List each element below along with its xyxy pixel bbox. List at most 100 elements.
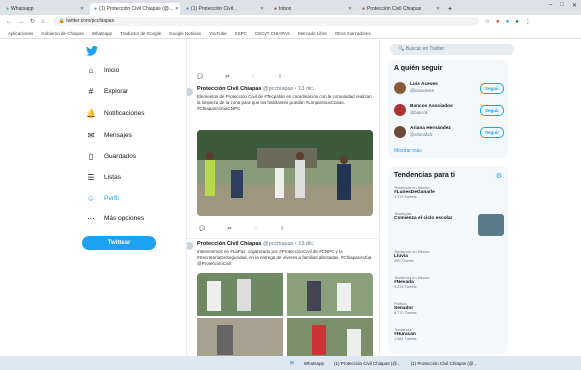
- tweet-photo-grid[interactable]: [197, 273, 373, 356]
- bookmark-item[interactable]: Google Noticias: [169, 31, 201, 36]
- close-icon[interactable]: ✕: [260, 3, 264, 15]
- bookmark-item[interactable]: CECyT CHIAPAS: [255, 31, 290, 36]
- trend-item[interactable]: Tendencia en México #LunesDeGanarle 3.57…: [394, 186, 504, 199]
- trend-item[interactable]: Política Senador 8.770 Tweets: [394, 302, 504, 315]
- bookmark-item[interactable]: Otros marcadores: [335, 31, 371, 36]
- whatsapp-icon: ●: [6, 6, 10, 12]
- browser-tab-active[interactable]: ● (1) Protección Civil Chiapas (@... ✕: [90, 3, 180, 15]
- bookmark-item[interactable]: Aplicaciones: [8, 31, 33, 36]
- nav-item-more[interactable]: ⋯ Más opciones: [86, 214, 144, 223]
- forward-icon[interactable]: →: [18, 19, 24, 25]
- reply-icon[interactable]: 💬: [199, 226, 205, 232]
- settings-icon[interactable]: ⚙: [496, 172, 502, 180]
- nav-item-notifications[interactable]: 🔔 Notificaciones: [86, 109, 144, 118]
- home-icon: ⌂: [88, 66, 94, 75]
- close-icon[interactable]: ✕: [80, 3, 84, 15]
- tweet-actions: 💬 ⇄ ♡ ⇪: [197, 74, 282, 80]
- share-icon[interactable]: ⇪: [280, 226, 284, 232]
- bookmark-item[interactable]: Traductor de Google: [120, 31, 161, 36]
- bookmark-item[interactable]: Mercado Libre: [298, 31, 327, 36]
- bookmark-item[interactable]: Gobierno de Chiapas: [41, 31, 84, 36]
- more-icon: ⋯: [87, 214, 95, 223]
- close-icon[interactable]: ✕: [348, 3, 352, 15]
- tweet-photo[interactable]: [197, 130, 373, 216]
- taskbar-item[interactable]: (1) Protección Civil Chiapas (@...: [334, 361, 401, 366]
- taskbar-item[interactable]: (1) Protección Civil Chiapas (@...: [411, 361, 478, 366]
- bookmark-item[interactable]: YouTube: [209, 31, 227, 36]
- youtube-icon: ●: [362, 6, 366, 12]
- browser-tab[interactable]: ● Inbox ✕: [270, 3, 356, 15]
- trends-panel: Tendencias para ti ⚙ Tendencia en México…: [388, 166, 508, 354]
- tweet-text: Intervenimos en #LaPaz, organizado por #…: [197, 249, 372, 266]
- follow-button[interactable]: Seguir: [480, 127, 504, 138]
- tweet-button[interactable]: Twittear: [82, 236, 156, 250]
- follow-button[interactable]: Seguir: [480, 105, 504, 116]
- bookmark-item[interactable]: Whatsapp: [92, 31, 112, 36]
- bookmark-item[interactable]: SSPC: [235, 31, 247, 36]
- list-icon: ☰: [87, 173, 95, 182]
- reload-icon[interactable]: ↻: [30, 18, 35, 25]
- tweet-author[interactable]: Protección Civil Chiapas @pcchiapas · 13…: [197, 86, 315, 92]
- nav-item-messages[interactable]: ✉ Mensajes: [86, 131, 132, 140]
- who-to-follow-panel: A quién seguir Luis Aceves @luisaceves S…: [388, 60, 508, 158]
- menu-icon[interactable]: ⋮: [525, 18, 531, 25]
- avatar: [394, 82, 406, 94]
- browser-tab[interactable]: ● (1) Protección Civil... ✕: [182, 3, 268, 15]
- home-browser-icon[interactable]: ⌂: [41, 19, 45, 25]
- address-bar[interactable]: 🔒 twitter.com/pcchiapas: [52, 17, 479, 26]
- new-tab-icon[interactable]: +: [448, 6, 452, 13]
- browser-tab[interactable]: ● Protección Civil Chiapas ✕: [358, 3, 444, 15]
- follow-button[interactable]: Seguir: [480, 83, 504, 94]
- close-window-icon[interactable]: ✕: [572, 2, 577, 9]
- extension-icon[interactable]: ●: [506, 19, 510, 25]
- tweet-text: Elementos de Protección Civil de #Tecpat…: [197, 94, 372, 111]
- twitter-icon: ●: [94, 6, 98, 12]
- retweet-icon[interactable]: ⇄: [227, 226, 231, 232]
- start-icon[interactable]: ⊞: [290, 360, 294, 366]
- retweet-icon[interactable]: ⇄: [225, 74, 229, 80]
- nav-item-explore[interactable]: # Explorar: [86, 87, 128, 96]
- star-icon[interactable]: ☆: [485, 18, 490, 25]
- trend-item[interactable]: Tendencia en México Lluvia 30K Tweets: [394, 250, 504, 263]
- close-icon[interactable]: ✕: [175, 3, 179, 15]
- trend-item[interactable]: Tendencia #Huracán 1.584 Tweets: [394, 328, 504, 341]
- user-icon: ☺: [86, 194, 96, 203]
- browser-toolbar: ← → ↻ ⌂ 🔒 twitter.com/pcchiapas ☆ ● ● ● …: [0, 15, 581, 28]
- like-icon[interactable]: ♡: [253, 226, 257, 232]
- maximize-icon[interactable]: □: [560, 2, 564, 9]
- extension-icon[interactable]: ●: [496, 19, 500, 25]
- bookmarks-bar: Aplicaciones Gobierno de Chiapas Whatsap…: [0, 28, 581, 39]
- search-icon: 🔍: [398, 46, 405, 52]
- hashtag-icon: #: [88, 87, 94, 96]
- back-icon[interactable]: ←: [6, 19, 12, 25]
- browser-tab[interactable]: ● Whatsapp ✕: [2, 3, 88, 15]
- show-more-link[interactable]: Mostrar más: [394, 148, 422, 154]
- avatar: [394, 104, 406, 116]
- trend-item-with-image[interactable]: Tendencia Comienza el ciclo escolar: [394, 212, 504, 246]
- share-icon[interactable]: ⇪: [278, 74, 282, 80]
- trend-item[interactable]: Tendencia en México #Nevada 4.378 Tweets: [394, 276, 504, 289]
- taskbar-item[interactable]: Whatsapp: [304, 361, 324, 366]
- nav-item-home[interactable]: ⌂ Inicio: [86, 66, 120, 75]
- nav-item-profile[interactable]: ☺ Perfil: [86, 194, 119, 203]
- like-icon[interactable]: ♡: [251, 74, 255, 80]
- reply-icon[interactable]: 💬: [197, 74, 203, 80]
- follow-suggestion[interactable]: Luis Aceves @luisaceves Seguir: [394, 80, 504, 98]
- bookmark-icon: ▯: [88, 152, 94, 161]
- who-to-follow-title: A quién seguir: [394, 65, 443, 72]
- twitter-logo-icon[interactable]: [86, 45, 98, 59]
- profile-icon[interactable]: ●: [515, 19, 519, 25]
- timeline: 💬 ⇄ ♡ ⇪ Protección Civil Chiapas @pcchia…: [186, 40, 380, 356]
- browser-tab-bar: ● Whatsapp ✕ ● (1) Protección Civil Chiapas…: [0, 0, 581, 15]
- nav-item-bookmarks[interactable]: ▯ Guardados: [86, 152, 136, 161]
- avatar: [187, 242, 193, 250]
- trends-title: Tendencias para ti: [394, 172, 455, 179]
- follow-suggestion[interactable]: Ariana Hernández @arianahdz Seguir: [394, 124, 504, 142]
- tweet-author[interactable]: Protección Civil Chiapas @pcchiapas · 13…: [197, 241, 315, 247]
- minimize-icon[interactable]: –: [549, 2, 552, 9]
- nav-item-lists[interactable]: ☰ Listas: [86, 173, 121, 182]
- search-input[interactable]: 🔍 Buscar en Twitter: [390, 44, 514, 55]
- tweet[interactable]: Protección Civil Chiapas @pcchiapas · 13…: [187, 238, 379, 356]
- close-icon[interactable]: ✕: [436, 3, 440, 15]
- follow-suggestion[interactable]: Bancos Asociados @bancos Seguir: [394, 102, 504, 120]
